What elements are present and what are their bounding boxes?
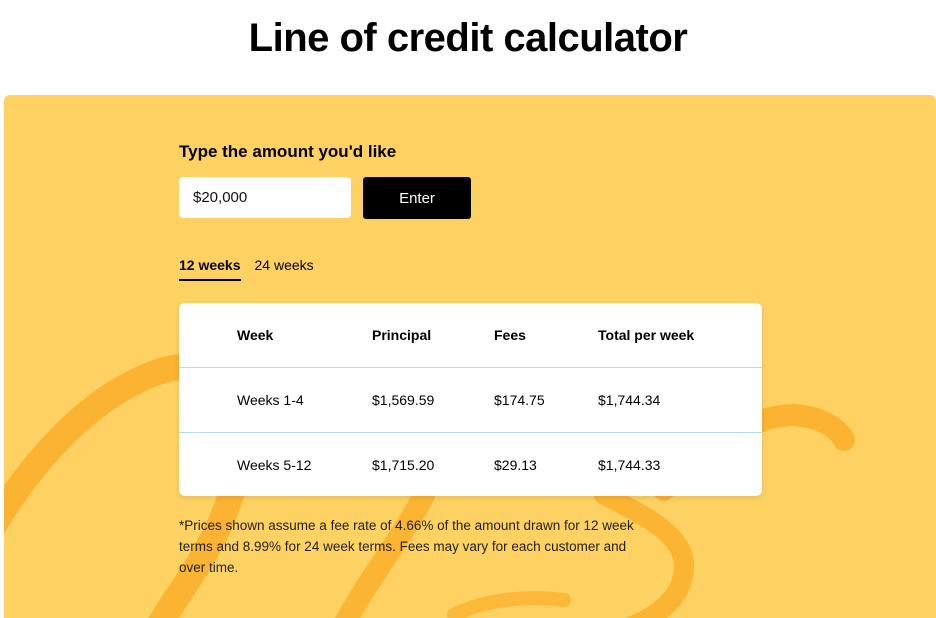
term-tabs: 12 weeks 24 weeks <box>179 257 314 281</box>
cell-week: Weeks 1-4 <box>237 392 304 408</box>
tab-24-weeks[interactable]: 24 weeks <box>255 257 314 281</box>
page: Line of credit calculator Type the amoun… <box>0 0 936 618</box>
enter-button[interactable]: Enter <box>363 177 471 219</box>
header-fees: Fees <box>494 327 526 343</box>
table-header-row: Week Principal Fees Total per week <box>179 303 762 367</box>
amount-label: Type the amount you'd like <box>179 142 397 161</box>
calculator-panel: Type the amount you'd like Enter 12 week… <box>4 95 936 618</box>
amount-input[interactable] <box>179 177 351 218</box>
table-row: Weeks 1-4 $1,569.59 $174.75 $1,744.34 <box>179 367 762 432</box>
header-week: Week <box>237 327 274 343</box>
cell-principal: $1,715.20 <box>372 457 435 473</box>
table-row: Weeks 5-12 $1,715.20 $29.13 $1,744.33 <box>179 432 762 496</box>
cell-week: Weeks 5-12 <box>237 457 312 473</box>
cell-principal: $1,569.59 <box>372 392 435 408</box>
cell-total-per-week: $1,744.33 <box>598 457 661 473</box>
header-total-per-week: Total per week <box>598 327 695 343</box>
cell-fees: $29.13 <box>494 457 537 473</box>
header-principal: Principal <box>372 327 432 343</box>
page-title: Line of credit calculator <box>248 16 688 60</box>
tab-12-weeks[interactable]: 12 weeks <box>179 257 241 281</box>
cell-total-per-week: $1,744.34 <box>598 392 661 408</box>
fee-footnote: *Prices shown assume a fee rate of 4.66%… <box>179 518 634 575</box>
payment-table: Week Principal Fees Total per week Weeks… <box>179 303 762 496</box>
cell-fees: $174.75 <box>494 392 545 408</box>
